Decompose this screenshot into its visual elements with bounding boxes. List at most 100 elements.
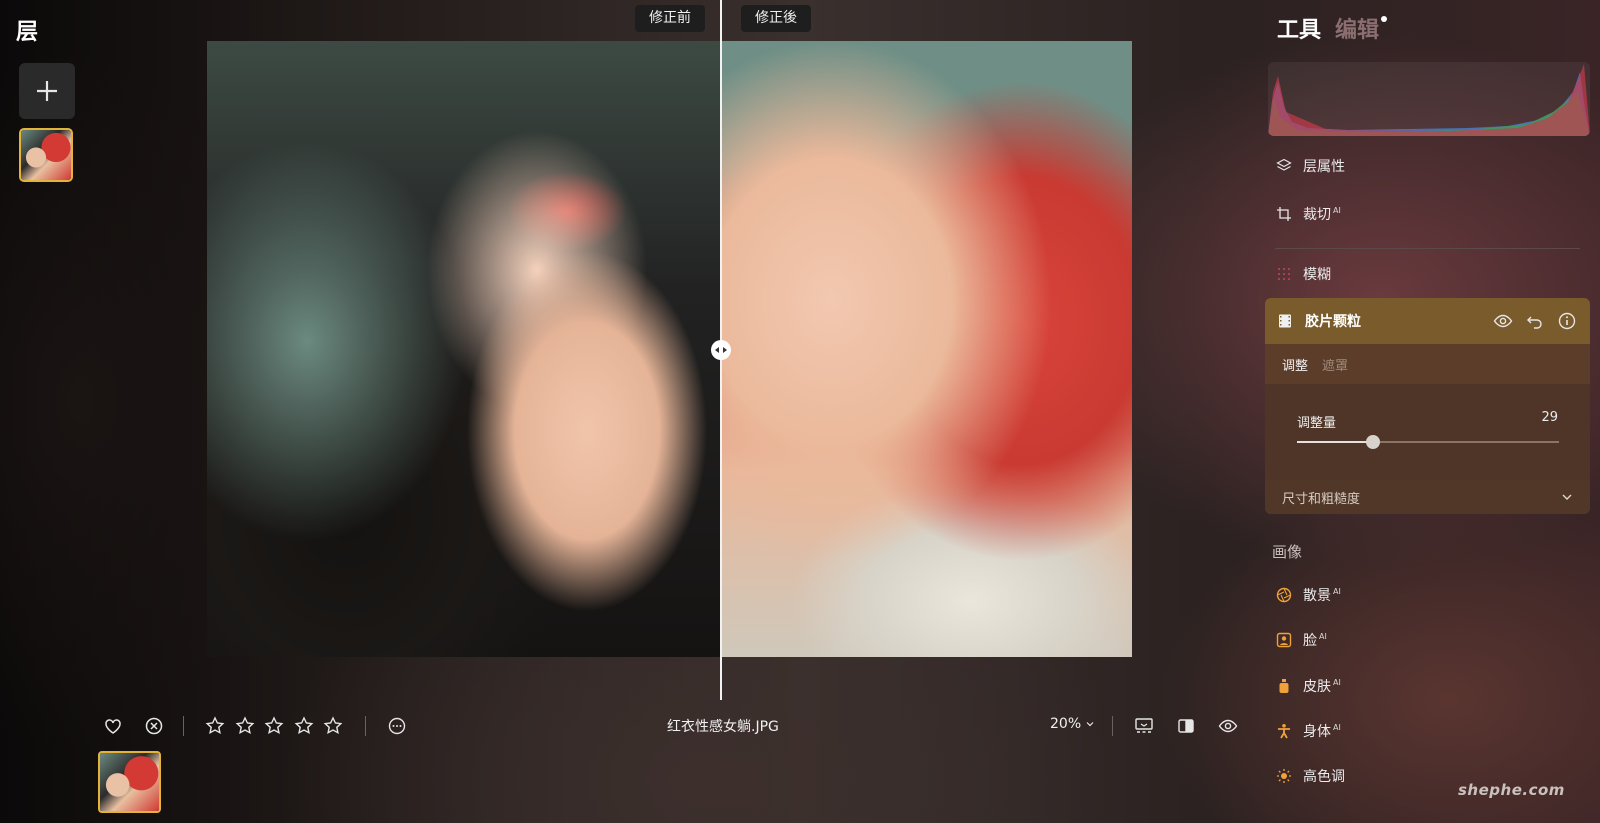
plus-icon — [37, 81, 57, 101]
tool-crop[interactable]: 裁切 AI — [1275, 202, 1341, 226]
filmstrip-thumbnail[interactable] — [98, 751, 161, 813]
ai-badge: AI — [1333, 587, 1341, 597]
size-roughness-section[interactable]: 尺寸和粗糙度 — [1265, 480, 1590, 514]
tool-high-key[interactable]: 高色调 — [1275, 764, 1345, 788]
tool-label: 皮肤 — [1303, 679, 1331, 695]
amount-slider[interactable] — [1297, 435, 1559, 449]
after-image — [721, 41, 1132, 657]
aperture-icon — [1275, 586, 1293, 604]
histogram — [1268, 62, 1590, 136]
eye-icon — [1218, 719, 1238, 733]
slider-knob[interactable] — [1365, 435, 1380, 449]
compare-toggle-button[interactable] — [1175, 715, 1197, 737]
tool-label: 高色调 — [1303, 769, 1345, 785]
section-label: 尺寸和粗糙度 — [1282, 491, 1361, 507]
slider-label: 调整量 — [1297, 416, 1337, 431]
toolbar-separator — [183, 716, 184, 736]
tool-skin[interactable]: 皮肤 AI — [1275, 674, 1341, 698]
preview-button[interactable] — [1217, 715, 1239, 737]
watermark: shephe.com — [1458, 781, 1565, 799]
slider-fill — [1297, 441, 1373, 443]
panel-tabs: 工具 编辑 — [1277, 12, 1388, 44]
star-icon — [294, 716, 314, 735]
favorite-button[interactable] — [102, 715, 124, 737]
tool-label: 层属性 — [1303, 159, 1345, 175]
compare-handle[interactable] — [711, 340, 731, 360]
tool-label: 散景 — [1303, 588, 1331, 604]
tool-label: 模糊 — [1303, 267, 1331, 283]
monitor-icon — [1135, 718, 1153, 733]
active-tool-film-grain: 胶片颗粒 调整 遮罩 调整量 29 尺寸和粗糙度 — [1265, 298, 1590, 514]
star-icon — [205, 716, 225, 735]
ai-badge: AI — [1333, 678, 1341, 688]
filename: 红衣性感女躺.JPG — [667, 719, 779, 735]
tab-edit[interactable]: 编辑 — [1335, 12, 1388, 44]
panel-divider — [1275, 248, 1580, 249]
star-icon — [235, 716, 255, 735]
tab-tools[interactable]: 工具 — [1277, 12, 1321, 44]
skin-icon — [1275, 677, 1293, 695]
crop-icon — [1275, 205, 1293, 223]
tab-edit-label: 编辑 — [1335, 18, 1380, 43]
star-2[interactable] — [234, 715, 256, 737]
active-tool-title: 胶片颗粒 — [1305, 314, 1361, 330]
subtab-mask[interactable]: 遮罩 — [1322, 355, 1348, 374]
chevron-down-icon — [1086, 722, 1094, 727]
tool-layer-properties[interactable]: 层属性 — [1275, 154, 1345, 178]
film-icon — [1277, 313, 1293, 329]
split-arrows-icon — [715, 347, 727, 353]
eye-icon — [1493, 314, 1513, 328]
star-3[interactable] — [263, 715, 285, 737]
blur-icon — [1275, 265, 1293, 283]
star-1[interactable] — [204, 715, 226, 737]
high-key-icon — [1275, 767, 1293, 785]
ai-badge: AI — [1333, 206, 1341, 216]
info-icon — [1558, 312, 1576, 330]
unsaved-dot — [1381, 16, 1388, 22]
reject-icon — [145, 717, 163, 735]
after-label: 修正後 — [741, 5, 811, 32]
heart-icon — [105, 719, 121, 734]
zoom-select[interactable]: 20% — [1050, 716, 1095, 732]
add-layer-button[interactable] — [19, 63, 75, 119]
more-button[interactable] — [386, 715, 408, 737]
zoom-value: 20% — [1050, 716, 1082, 732]
layer-thumbnail[interactable] — [19, 128, 73, 182]
tool-label: 脸 — [1303, 633, 1317, 649]
tool-bokeh[interactable]: 散景 AI — [1275, 583, 1341, 607]
slider-value[interactable]: 29 — [1541, 410, 1558, 425]
portrait-section-title: 画像 — [1272, 543, 1303, 561]
more-icon — [388, 717, 406, 735]
ai-badge: AI — [1333, 723, 1341, 733]
info-button[interactable] — [1556, 310, 1578, 332]
tool-label: 裁切 — [1303, 207, 1331, 223]
photo-canvas[interactable] — [207, 41, 1132, 657]
tool-blur[interactable]: 模糊 — [1275, 262, 1331, 286]
undo-icon — [1527, 316, 1542, 329]
reject-button[interactable] — [143, 715, 165, 737]
compare-icon — [1178, 719, 1194, 733]
toolbar-separator — [1112, 716, 1113, 736]
reset-button[interactable] — [1524, 310, 1546, 332]
toolbar-separator — [365, 716, 366, 736]
star-5[interactable] — [322, 715, 344, 737]
star-4[interactable] — [293, 715, 315, 737]
filmstrip-toggle-button[interactable] — [1133, 715, 1155, 737]
tool-body[interactable]: 身体 AI — [1275, 719, 1341, 743]
layers-icon — [1275, 157, 1293, 175]
subtab-adjust[interactable]: 调整 — [1282, 355, 1308, 374]
before-label: 修正前 — [635, 5, 705, 32]
tool-label: 身体 — [1303, 724, 1331, 740]
ai-badge: AI — [1319, 632, 1327, 642]
body-icon — [1275, 722, 1293, 740]
amount-slider-group: 调整量 29 — [1265, 384, 1590, 480]
star-icon — [264, 716, 284, 735]
before-image — [207, 41, 721, 657]
active-tool-subtabs: 调整 遮罩 — [1265, 344, 1590, 384]
layers-title: 层 — [16, 20, 39, 45]
tool-face[interactable]: 脸 AI — [1275, 628, 1327, 652]
chevron-down-icon — [1562, 494, 1572, 500]
toggle-visibility-button[interactable] — [1492, 310, 1514, 332]
star-icon — [323, 716, 343, 735]
active-tool-header[interactable]: 胶片颗粒 — [1265, 298, 1590, 344]
